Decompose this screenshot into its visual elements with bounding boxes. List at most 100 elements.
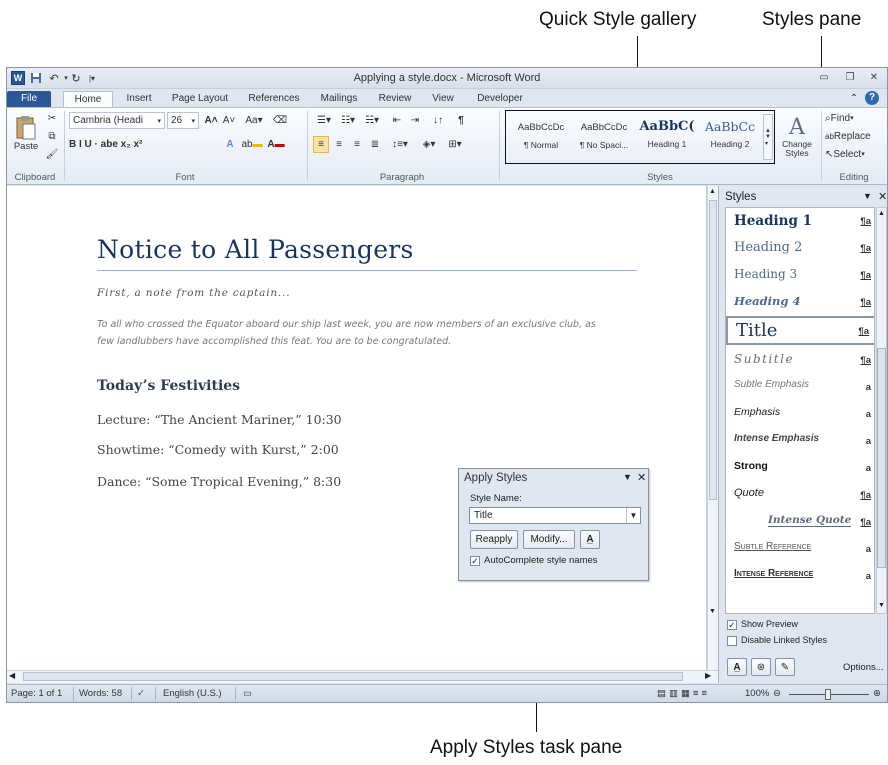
shading-icon[interactable]: ◈▾ — [417, 136, 441, 153]
pane-menu-icon[interactable]: ▼ — [863, 191, 872, 201]
pane-close-icon[interactable]: ✕ — [637, 471, 646, 484]
scroll-up-arrow[interactable]: ▲ — [709, 188, 716, 195]
bullets-icon[interactable]: ☰▾ — [313, 112, 335, 129]
style-tile-no-spacing[interactable]: AaBbCcDc ¶ No Spaci... — [573, 116, 635, 158]
font-size-dropdown[interactable]: 26 ▾ — [167, 112, 199, 129]
style-inspector-button[interactable]: ⊛ — [751, 658, 771, 676]
numbering-icon[interactable]: ☷▾ — [337, 112, 359, 129]
style-item-heading-2[interactable]: Heading 2 ¶a — [726, 235, 874, 262]
scroll-thumb[interactable] — [877, 348, 886, 568]
paste-button[interactable]: Paste — [11, 110, 41, 156]
highlight-icon[interactable]: ab ▬ — [241, 136, 263, 153]
style-item-subtle-reference[interactable]: Subtle Reference a — [726, 536, 874, 563]
style-item-heading-1[interactable]: Heading 1 ¶a — [726, 208, 874, 235]
restore-button[interactable]: ❐ — [841, 70, 859, 85]
decrease-indent-icon[interactable]: ⇤ — [389, 112, 405, 129]
styles-list-scrollbar[interactable]: ▲ ▼ — [876, 207, 887, 614]
style-item-strong[interactable]: Strong a — [726, 455, 874, 482]
style-item-intense-quote[interactable]: Intense Quote ¶a — [726, 509, 874, 536]
proofing-icon[interactable]: ✓ — [137, 688, 145, 699]
document-horizontal-scrollbar[interactable]: ◀ ▶ — [7, 670, 718, 683]
word-count[interactable]: Words: 58 — [79, 688, 122, 699]
language[interactable]: English (U.S.) — [163, 688, 222, 699]
style-tile-heading-1[interactable]: AaBbC( Heading 1 — [636, 116, 698, 158]
styles-pane[interactable]: Styles ▼ ✕ Heading 1 ¶a Heading 2 ¶a Hea… — [718, 186, 887, 683]
style-item-quote[interactable]: Quote ¶a — [726, 482, 874, 509]
disable-linked-styles-checkbox[interactable] — [727, 636, 737, 646]
style-tile-normal[interactable]: AaBbCcDc ¶ Normal — [510, 116, 572, 158]
tab-review[interactable]: Review — [373, 91, 417, 107]
style-tile-heading-2[interactable]: AaBbCc Heading 2 — [699, 116, 761, 158]
align-left-icon[interactable]: ≡ — [313, 136, 329, 153]
tab-mailings[interactable]: Mailings — [313, 91, 365, 107]
shrink-font-icon[interactable]: A˅ — [221, 112, 237, 129]
copy-icon[interactable]: ⧉ — [45, 129, 59, 143]
pane-menu-icon[interactable]: ▼ — [623, 472, 632, 482]
autocomplete-checkbox[interactable]: ✓ — [470, 556, 480, 566]
style-item-subtitle[interactable]: Subtitle ¶a — [726, 347, 874, 374]
scroll-down-arrow[interactable]: ▼ — [878, 602, 885, 609]
zoom-slider-thumb[interactable] — [825, 689, 831, 700]
multilevel-list-icon[interactable]: ☵▾ — [361, 112, 383, 129]
view-buttons[interactable]: ▤▥▦≡≡ — [657, 688, 710, 699]
justify-icon[interactable]: ≣ — [367, 136, 383, 153]
text-effects-icon[interactable]: A — [221, 136, 239, 153]
scroll-left-arrow[interactable]: ◀ — [9, 671, 15, 680]
zoom-in-button[interactable]: ⊕ — [873, 688, 881, 699]
style-name-dropdown-arrow[interactable]: ▼ — [626, 508, 640, 523]
page-count[interactable]: Page: 1 of 1 — [11, 688, 62, 699]
modify-button[interactable]: Modify... — [523, 530, 575, 549]
help-icon[interactable]: ? — [865, 91, 879, 105]
styles-list[interactable]: Heading 1 ¶a Heading 2 ¶a Heading 3 ¶a H… — [725, 207, 875, 614]
close-button[interactable]: ✕ — [865, 70, 883, 85]
grow-font-icon[interactable]: A˄ — [203, 112, 219, 129]
style-item-heading-3[interactable]: Heading 3 ¶a — [726, 262, 874, 289]
tab-view[interactable]: View — [425, 91, 461, 107]
format-painter-icon[interactable]: 🖌 — [45, 147, 59, 161]
scroll-down-arrow[interactable]: ▼ — [709, 608, 716, 615]
font-color-icon[interactable]: A ▬ — [265, 136, 287, 153]
minimize-button[interactable]: ▭ — [815, 70, 833, 85]
document-line[interactable]: Lecture: “The Ancient Mariner,” 10:30 — [97, 412, 342, 427]
minimize-ribbon-icon[interactable]: ⌃ — [847, 91, 861, 107]
style-item-intense-emphasis[interactable]: Intense Emphasis a — [726, 428, 874, 455]
cut-icon[interactable]: ✂ — [45, 111, 59, 125]
document-title[interactable]: Notice to All Passengers — [97, 235, 414, 264]
horizontal-scroll-thumb[interactable] — [23, 672, 683, 681]
style-item-intense-reference[interactable]: Intense Reference a — [726, 563, 874, 590]
style-name-input[interactable]: Title ▼ — [469, 507, 641, 524]
tab-insert[interactable]: Insert — [119, 91, 159, 107]
font-format-row[interactable]: B I U · abe x₂ x² — [69, 136, 219, 153]
font-name-dropdown[interactable]: Cambria (Headi ▾ — [69, 112, 165, 129]
show-preview-checkbox[interactable]: ✓ — [727, 620, 737, 630]
clear-formatting-icon[interactable]: ⌫ — [271, 112, 289, 129]
tab-developer[interactable]: Developer — [469, 91, 531, 107]
increase-indent-icon[interactable]: ⇥ — [407, 112, 423, 129]
show-marks-icon[interactable]: ¶ — [453, 112, 469, 129]
tab-file[interactable]: File — [7, 91, 51, 107]
find-button[interactable]: ⌕ Find ▾ — [825, 110, 883, 126]
apply-styles-pane[interactable]: Apply Styles ▼ ✕ Style Name: Title ▼ Rea… — [458, 468, 649, 581]
change-styles-button[interactable]: A Change Styles — [777, 110, 817, 162]
macro-record-icon[interactable]: ▭ — [243, 688, 252, 699]
document-line[interactable]: Showtime: “Comedy with Kurst,” 2:00 — [97, 442, 339, 457]
tab-home[interactable]: Home — [63, 91, 113, 107]
scroll-up-arrow[interactable]: ▲ — [878, 210, 885, 217]
scroll-thumb[interactable] — [709, 200, 717, 500]
document-subtitle[interactable]: First, a note from the captain... — [97, 287, 290, 299]
manage-styles-button[interactable]: ✎ — [775, 658, 795, 676]
style-item-subtle-emphasis[interactable]: Subtle Emphasis a — [726, 374, 874, 401]
zoom-out-button[interactable]: ⊖ — [773, 688, 781, 699]
options-link[interactable]: Options... — [843, 662, 884, 673]
replace-button[interactable]: ab Replace — [825, 128, 885, 144]
align-center-icon[interactable]: ≡ — [331, 136, 347, 153]
document-paragraph-line[interactable]: To all who crossed the Equator aboard ou… — [97, 319, 596, 330]
reapply-button[interactable]: Reapply — [470, 530, 518, 549]
pane-close-icon[interactable]: ✕ — [878, 190, 887, 203]
style-item-title[interactable]: Title ¶a — [726, 316, 874, 345]
align-right-icon[interactable]: ≡ — [349, 136, 365, 153]
zoom-level[interactable]: 100% — [745, 688, 769, 699]
gallery-scroll-buttons[interactable]: ▲ ▼ ▾ — [763, 114, 773, 160]
select-button[interactable]: ↖ Select ▾ — [825, 146, 883, 162]
document-line[interactable]: Dance: “Some Tropical Evening,” 8:30 — [97, 474, 341, 489]
